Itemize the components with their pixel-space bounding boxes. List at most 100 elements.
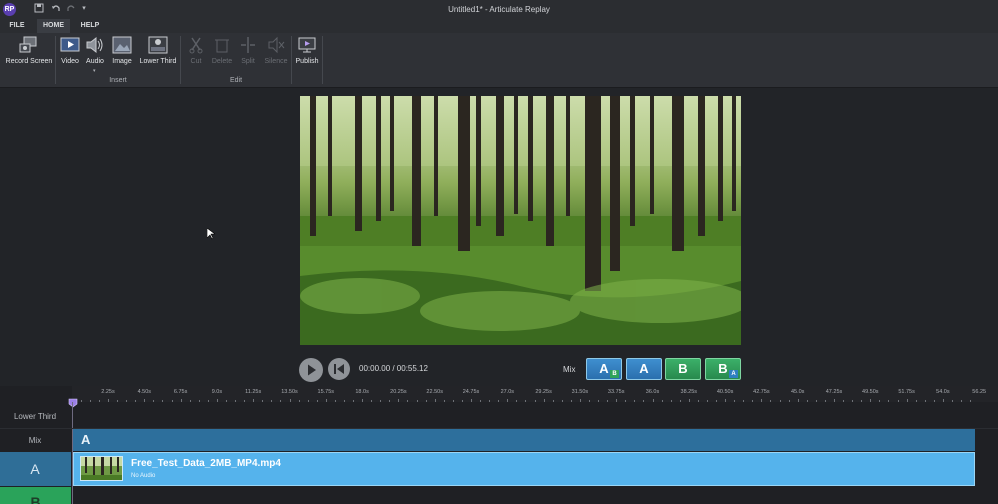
ruler-tick-mark [117,400,119,402]
track-label-mix: Mix [28,436,42,445]
ruler-tick-mark [806,400,808,402]
ruler-tick-mark [897,400,899,402]
ruler-tick-mark [135,400,137,402]
ruler-tick-mark [616,399,618,402]
ruler-tick-mark [734,400,736,402]
record-screen-label: Record Screen [5,58,53,65]
ruler-tick-mark [743,400,745,402]
mix-b-only-button[interactable]: B [665,358,701,380]
ruler-tick-mark [824,400,826,402]
mix-a-with-b-inset-button[interactable]: A B [586,358,622,380]
split-button[interactable]: Split [237,36,259,72]
ruler-tick-mark [298,400,300,402]
ruler-tick-mark [570,400,572,402]
ruler-tick-mark [861,400,863,402]
track-b-header[interactable]: B [0,487,71,504]
insert-image-button[interactable]: Image [111,36,133,72]
ruler-tick-mark [579,399,581,402]
ruler-tick-mark [471,399,472,402]
ruler-tick-label: 29.25s [535,389,552,395]
ruler-tick-mark [516,400,518,402]
ruler-tick-mark [888,400,890,402]
ruler-tick-label: 45.0s [790,389,805,395]
ruler-tick-mark [235,400,237,402]
mix-button-main: A [599,361,609,376]
ruler-tick-label: 33.75s [607,389,625,395]
ruler-tick-mark [489,400,491,402]
ruler-tick-label: 56.25 [972,389,987,395]
ruler-tick-mark [398,399,400,402]
mix-track-segment[interactable]: A [73,429,975,451]
ruler-tick-mark [507,399,509,402]
skip-to-start-button[interactable] [328,358,350,380]
cut-button[interactable]: Cut [185,36,207,72]
video-clip[interactable]: Free_Test_Data_2MB_MP4.mp4 No Audio [73,452,975,486]
lower-third-label: Lower Third [139,58,177,65]
insert-audio-button[interactable]: Audio [84,36,106,72]
track-label-b: B [30,494,41,504]
insert-lower-third-button[interactable]: Lower Third [138,36,178,72]
ruler-tick-label: 20.25s [390,389,407,395]
timeline-ruler[interactable]: 2.25s 4.50s 6.75s 9.0s 11.25s 13.50s 15.75s 18.… [72,386,998,402]
ruler-tick-mark [407,400,409,402]
silence-button[interactable]: Silence [263,36,289,72]
ruler-tick-mark [561,400,563,402]
ruler-tick-mark [98,400,100,402]
audio-icon [86,36,103,54]
ruler-tick-mark [126,400,128,402]
insert-video-button[interactable]: Video [59,36,81,72]
tab-help[interactable]: HELP [77,19,103,33]
ruler-tick-mark [216,399,218,402]
play-button[interactable] [299,358,323,382]
ruler-tick-mark [834,399,835,402]
ruler-tick-mark [289,399,291,402]
clip-name: Free_Test_Data_2MB_MP4.mp4 [131,458,281,469]
publish-button[interactable]: Publish [294,36,320,72]
video-label: Video [61,58,79,65]
ruler-tick-mark [588,400,590,402]
audio-dropdown-icon[interactable]: ▾ [93,68,96,74]
ruler-tick-mark [679,400,681,402]
ruler-tick-mark [534,400,536,402]
video-preview[interactable] [300,96,741,345]
ruler-tick-mark [307,400,309,402]
ruler-tick-mark [325,399,327,402]
mix-a-only-button[interactable]: A [626,358,662,380]
tab-home[interactable]: HOME [37,19,70,33]
cut-icon [189,37,203,54]
tab-file[interactable]: FILE [4,19,30,33]
ruler-tick-mark [171,400,173,402]
ruler-tick-mark [788,400,790,402]
ruler-tick-label: 18.0s [355,389,369,395]
playhead[interactable] [68,395,78,408]
clip-audio-status: No Audio [131,473,156,479]
ruler-tick-mark [480,400,482,402]
ruler-tick-mark [525,400,527,402]
ruler-tick-mark [915,400,917,402]
ruler-tick-mark [942,399,944,402]
delete-button[interactable]: Delete [210,36,234,72]
record-screen-button[interactable]: Record Screen [4,36,54,72]
edit-group-label: Edit [229,77,243,84]
ruler-tick-mark [271,400,273,402]
window-title: Untitled1* - Articulate Replay [448,5,550,14]
ruler-tick-mark [434,399,436,402]
track-label-lower-third: Lower Third [13,412,57,421]
split-label: Split [241,58,255,65]
ruler-tick-mark [80,400,82,402]
ruler-tick-label: 36.0s [645,389,660,395]
mix-button-inset: A [729,370,738,378]
ruler-tick-label: 6.75s [173,389,188,395]
silence-icon [268,36,285,54]
ruler-tick-mark [225,400,227,402]
ruler-tick-mark [652,399,654,402]
ruler-tick-mark [498,400,500,402]
ruler-tick-mark [607,400,609,402]
ruler-tick-mark [779,400,781,402]
image-icon [112,36,132,54]
ruler-tick-mark [153,400,155,402]
ruler-tick-mark [108,399,109,402]
ruler-tick-mark [797,399,799,402]
mix-b-with-a-inset-button[interactable]: B A [705,358,741,380]
mix-button-main: B [718,361,728,376]
